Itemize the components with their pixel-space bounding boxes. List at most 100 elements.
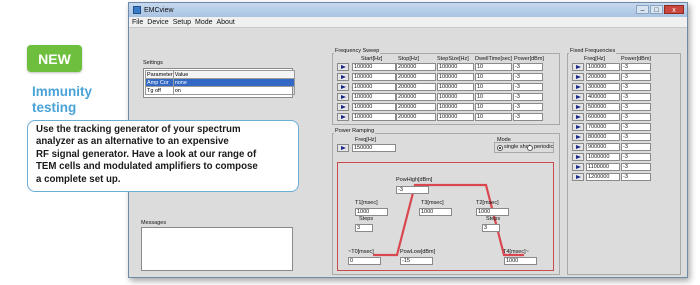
fixed-freq-input[interactable]: 700000 — [586, 123, 620, 131]
steps-right-input[interactable]: 3 — [482, 224, 500, 232]
mode-single-shot-radio[interactable] — [497, 144, 503, 151]
sweep-stop-input[interactable]: 200000 — [396, 83, 436, 91]
sweep-start-input[interactable]: 100000 — [352, 103, 396, 111]
sweep-stop-input[interactable]: 200000 — [396, 113, 436, 121]
fixed-freq-input[interactable]: 1000000 — [586, 153, 620, 161]
sweep-stop-input[interactable]: 200000 — [396, 93, 436, 101]
fixed-power-input[interactable]: -3 — [621, 133, 651, 141]
sweep-stepsize-input[interactable]: 100000 — [437, 103, 474, 111]
fixed-power-input[interactable]: -3 — [621, 143, 651, 151]
sweep-power-input[interactable]: -3 — [513, 113, 543, 121]
fixed-freq-input[interactable]: 1100000 — [586, 163, 620, 171]
sweep-header-stepsize: StepSize[Hz] — [437, 56, 469, 62]
sweep-stepsize-input[interactable]: 100000 — [437, 73, 474, 81]
sweep-dwelltime-input[interactable]: 10 — [475, 113, 512, 121]
sweep-play-button[interactable] — [337, 93, 349, 101]
sweep-play-button[interactable] — [337, 73, 349, 81]
menu-setup[interactable]: Setup — [173, 19, 191, 26]
sweep-dwelltime-input[interactable]: 10 — [475, 73, 512, 81]
sweep-stop-input[interactable]: 200000 — [396, 103, 436, 111]
sweep-start-input[interactable]: 100000 — [352, 93, 396, 101]
t0-input[interactable]: 0 — [348, 257, 381, 265]
sweep-stop-input[interactable]: 200000 — [396, 73, 436, 81]
window-controls: – □ x — [636, 5, 684, 14]
sweep-dwelltime-input[interactable]: 10 — [475, 63, 512, 71]
fixed-freq-input[interactable]: 500000 — [586, 103, 620, 111]
ramp-freq-input[interactable]: 150000 — [352, 144, 396, 152]
fixed-power-input[interactable]: -3 — [621, 103, 651, 111]
sweep-start-input[interactable]: 100000 — [352, 73, 396, 81]
fixed-freq-input[interactable]: 400000 — [586, 93, 620, 101]
sweep-dwelltime-input[interactable]: 10 — [475, 103, 512, 111]
sweep-play-button[interactable] — [337, 63, 349, 71]
fixed-freq-input[interactable]: 600000 — [586, 113, 620, 121]
fixed-play-button[interactable] — [572, 123, 584, 131]
sweep-play-button[interactable] — [337, 103, 349, 111]
fixed-power-input[interactable]: -3 — [621, 173, 651, 181]
menu-about[interactable]: About — [217, 19, 235, 26]
sweep-stepsize-input[interactable]: 100000 — [437, 93, 474, 101]
t4-input[interactable]: 1000 — [504, 257, 537, 265]
fixed-freq-input[interactable]: 900000 — [586, 143, 620, 151]
sweep-start-input[interactable]: 100000 — [352, 63, 396, 71]
fixed-power-input[interactable]: -3 — [621, 123, 651, 131]
sweep-stepsize-input[interactable]: 100000 — [437, 63, 474, 71]
settings-row[interactable]: Amp Cor none — [145, 78, 296, 87]
fixed-power-input[interactable]: -3 — [621, 163, 651, 171]
pow-low-input[interactable]: -15 — [400, 257, 433, 265]
menu-file[interactable]: File — [132, 19, 143, 26]
sweep-power-input[interactable]: -3 — [513, 73, 543, 81]
fixed-play-button[interactable] — [572, 153, 584, 161]
sweep-stop-input[interactable]: 200000 — [396, 63, 436, 71]
t1-input[interactable]: 1000 — [355, 208, 388, 216]
fixed-play-button[interactable] — [572, 63, 584, 71]
pow-high-input[interactable]: -3 — [396, 186, 429, 194]
sweep-dwelltime-input[interactable]: 10 — [475, 83, 512, 91]
fixed-freq-input[interactable]: 200000 — [586, 73, 620, 81]
fixed-play-button[interactable] — [572, 103, 584, 111]
sweep-start-input[interactable]: 100000 — [352, 113, 396, 121]
mode-periodic-radio[interactable] — [527, 144, 533, 151]
fixed-play-button[interactable] — [572, 93, 584, 101]
fixed-power-input[interactable]: -3 — [621, 63, 651, 71]
sweep-play-button[interactable] — [337, 113, 349, 121]
fixed-play-button[interactable] — [572, 163, 584, 171]
sweep-header-power: Power[dBm] — [514, 56, 544, 62]
ramp-play-button[interactable] — [337, 144, 349, 152]
t2-input[interactable]: 1000 — [476, 208, 509, 216]
sweep-power-input[interactable]: -3 — [513, 93, 543, 101]
t3-input[interactable]: 1000 — [419, 208, 452, 216]
fixed-freq-input[interactable]: 1200000 — [586, 173, 620, 181]
menu-mode[interactable]: Mode — [195, 19, 213, 26]
fixed-play-button[interactable] — [572, 113, 584, 121]
steps-left-input[interactable]: 3 — [355, 224, 373, 232]
fixed-freq-input[interactable]: 300000 — [586, 83, 620, 91]
sweep-dwelltime-input[interactable]: 10 — [475, 93, 512, 101]
fixed-power-input[interactable]: -3 — [621, 113, 651, 121]
fixed-power-input[interactable]: -3 — [621, 93, 651, 101]
fixed-freq-input[interactable]: 800000 — [586, 133, 620, 141]
sweep-power-input[interactable]: -3 — [513, 63, 543, 71]
sweep-power-input[interactable]: -3 — [513, 83, 543, 91]
fixed-power-input[interactable]: -3 — [621, 83, 651, 91]
menu-device[interactable]: Device — [147, 19, 168, 26]
fixed-power-input[interactable]: -3 — [621, 153, 651, 161]
fixed-play-button[interactable] — [572, 143, 584, 151]
fixed-play-button[interactable] — [572, 83, 584, 91]
messages-box[interactable] — [141, 227, 293, 271]
fixed-play-button[interactable] — [572, 133, 584, 141]
maximize-button[interactable]: □ — [650, 5, 663, 14]
sweep-stepsize-input[interactable]: 100000 — [437, 113, 474, 121]
fixed-power-input[interactable]: -3 — [621, 73, 651, 81]
fixed-play-button[interactable] — [572, 173, 584, 181]
fixed-freq-input[interactable]: 100000 — [586, 63, 620, 71]
minimize-button[interactable]: – — [636, 5, 649, 14]
sweep-start-input[interactable]: 100000 — [352, 83, 396, 91]
sweep-stepsize-input[interactable]: 100000 — [437, 83, 474, 91]
sweep-play-button[interactable] — [337, 83, 349, 91]
sweep-power-input[interactable]: -3 — [513, 103, 543, 111]
settings-row[interactable]: Tg off on — [145, 86, 296, 95]
fixed-play-button[interactable] — [572, 73, 584, 81]
fixed-header-freq: Freq[Hz] — [584, 56, 606, 62]
close-button[interactable]: x — [664, 5, 684, 14]
